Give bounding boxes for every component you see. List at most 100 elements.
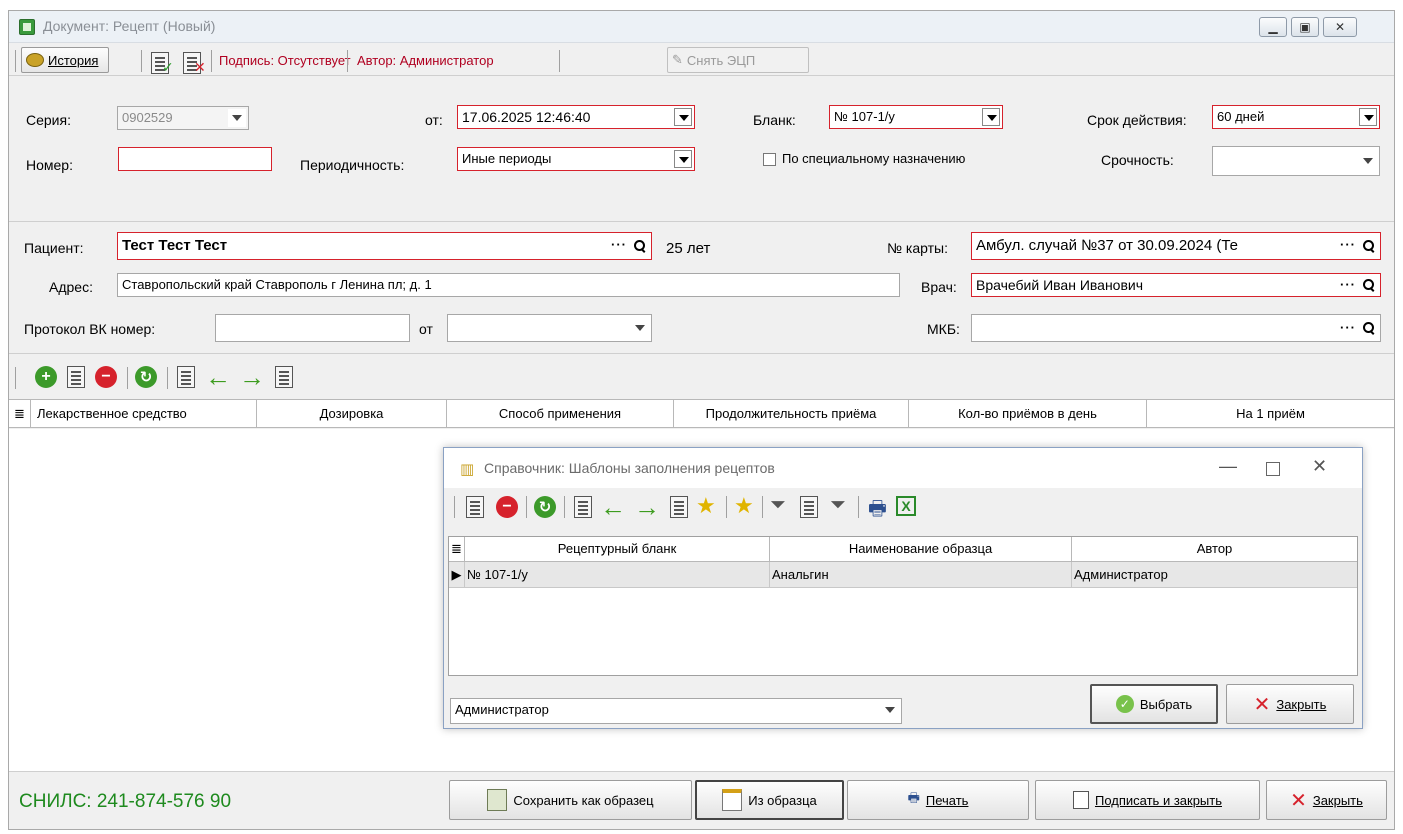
refresh-icon[interactable]: ↻ xyxy=(135,366,157,388)
col-method[interactable]: Способ применения xyxy=(447,400,674,428)
excel-icon[interactable]: X xyxy=(896,496,916,516)
author-label: Автор: Администратор xyxy=(357,53,494,68)
chevron-down-icon xyxy=(1359,152,1377,170)
series-select[interactable]: 0902529 xyxy=(117,106,249,130)
protocol-date-field[interactable] xyxy=(447,314,652,342)
medications-grid-header: ≣ Лекарственное средство Дозировка Спосо… xyxy=(9,399,1394,428)
grid-menu-icon[interactable]: ≣ xyxy=(449,537,465,561)
col-dosage[interactable]: Дозировка xyxy=(257,400,447,428)
table-row[interactable]: ▶ № 107-1/у Анальгин Администратор xyxy=(449,562,1357,588)
special-checkbox[interactable] xyxy=(763,153,776,166)
chevron-down-icon xyxy=(228,109,246,127)
table-icon: ▥ xyxy=(460,461,475,478)
star-add-icon[interactable]: ★ xyxy=(696,493,716,519)
export-left-icon[interactable] xyxy=(574,496,592,518)
col-times-per-day[interactable]: Кол-во приёмов в день xyxy=(909,400,1147,428)
restore-button[interactable]: ▣ xyxy=(1291,17,1319,37)
pen-icon: ✎ xyxy=(672,52,683,67)
add-icon[interactable]: + xyxy=(35,366,57,388)
arrow-left-icon[interactable]: ← xyxy=(205,364,231,390)
patient-field[interactable]: Тест Тест Тест ··· xyxy=(117,232,652,260)
export-right-icon[interactable] xyxy=(275,366,293,388)
edit-doc-icon[interactable] xyxy=(466,496,484,518)
ellipsis-icon[interactable]: ··· xyxy=(1340,277,1356,292)
filter-icon[interactable]: ⏷ xyxy=(770,494,786,517)
urgency-label: Срочность: xyxy=(1101,152,1174,168)
urgency-select[interactable] xyxy=(1212,146,1380,176)
remove-sign-label: Снять ЭЦП xyxy=(686,52,756,68)
print-button[interactable]: 🖶 Печать xyxy=(847,780,1029,820)
dialog-maximize-icon[interactable] xyxy=(1266,462,1280,476)
sign-doc-icon[interactable]: ✓ xyxy=(151,52,174,75)
app-icon xyxy=(19,19,35,35)
templates-dialog: ▥ Справочник: Шаблоны заполнения рецепто… xyxy=(443,447,1363,729)
col-per-dose[interactable]: На 1 приём xyxy=(1147,400,1394,428)
col-template-name[interactable]: Наименование образца xyxy=(770,537,1072,561)
chevron-down-icon xyxy=(674,150,692,168)
col-medication[interactable]: Лекарственное средство xyxy=(31,400,257,428)
save-template-icon xyxy=(487,789,508,811)
address-value: Ставропольский край Ставрополь г Ленина … xyxy=(122,277,432,292)
search-icon[interactable] xyxy=(633,239,647,253)
date-field[interactable]: 17.06.2025 12:46:40 xyxy=(457,105,695,129)
doctor-value: Врачебий Иван Иванович xyxy=(976,277,1144,293)
filter-doc-icon[interactable] xyxy=(800,496,818,518)
favorite-icon[interactable]: ★ xyxy=(734,493,754,519)
author-filter-select[interactable]: Администратор xyxy=(450,698,902,724)
printer-icon[interactable]: 🖶 xyxy=(868,494,887,528)
from-template-button[interactable]: Из образца xyxy=(695,780,844,820)
number-input[interactable] xyxy=(118,147,272,171)
blank-select[interactable]: № 107-1/у xyxy=(829,105,1003,129)
ellipsis-icon[interactable]: ··· xyxy=(1340,320,1356,335)
doctor-label: Врач: xyxy=(921,279,957,295)
arrow-right-icon[interactable]: → xyxy=(239,364,265,390)
col-author[interactable]: Автор xyxy=(1072,537,1357,561)
sign-close-label: Подписать и закрыть xyxy=(1094,792,1222,808)
templates-grid: ≣ Рецептурный бланк Наименование образца… xyxy=(448,536,1358,676)
minimize-button[interactable]: ▁ xyxy=(1259,17,1287,37)
arrow-left-icon[interactable]: ← xyxy=(600,494,626,520)
validity-select[interactable]: 60 дней xyxy=(1212,105,1380,129)
refresh-icon[interactable]: ↻ xyxy=(534,496,556,518)
search-icon[interactable] xyxy=(1362,278,1376,292)
unsign-doc-icon[interactable]: ✕ xyxy=(183,52,206,75)
close-window-button[interactable]: ✕ xyxy=(1323,17,1357,37)
patient-age: 25 лет xyxy=(666,240,711,257)
periodicity-label: Периодичность: xyxy=(300,157,405,173)
dialog-minimize-icon[interactable]: — xyxy=(1219,456,1237,477)
mkb-field[interactable]: ··· xyxy=(971,314,1381,342)
delete-icon[interactable]: − xyxy=(95,366,117,388)
document-toolbar: История ✓ ✕ Подпись: Отсутствует Автор: … xyxy=(9,44,1394,76)
export-left-icon[interactable] xyxy=(177,366,195,388)
search-icon[interactable] xyxy=(1362,321,1376,335)
chevron-down-icon xyxy=(881,701,899,719)
series-value: 0902529 xyxy=(122,110,173,125)
filter-clear-icon[interactable]: ⏷ xyxy=(830,494,846,517)
save-template-button[interactable]: Сохранить как образец xyxy=(449,780,692,820)
doctor-field[interactable]: Врачебий Иван Иванович ··· xyxy=(971,273,1381,297)
ellipsis-icon[interactable]: ··· xyxy=(611,237,627,252)
dialog-close-button[interactable]: ✕ Закрыть xyxy=(1226,684,1354,724)
ellipsis-icon[interactable]: ··· xyxy=(1340,237,1356,252)
arrow-right-icon[interactable]: → xyxy=(634,494,660,520)
address-field[interactable]: Ставропольский край Ставрополь г Ленина … xyxy=(117,273,900,297)
dialog-close-label: Закрыть xyxy=(1276,696,1327,712)
periodicity-select[interactable]: Иные периоды xyxy=(457,147,695,171)
col-duration[interactable]: Продолжительность приёма xyxy=(674,400,909,428)
export-right-icon[interactable] xyxy=(670,496,688,518)
grid-menu-icon[interactable]: ≣ xyxy=(9,400,31,428)
protocol-label: Протокол ВК номер: xyxy=(24,321,156,337)
history-button[interactable]: История xyxy=(21,47,109,73)
delete-icon[interactable]: − xyxy=(496,496,518,518)
remove-sign-button[interactable]: ✎ Снять ЭЦП xyxy=(667,47,809,73)
search-icon[interactable] xyxy=(1362,239,1376,253)
select-button[interactable]: ✓ Выбрать xyxy=(1090,684,1218,724)
card-field[interactable]: Амбул. случай №37 от 30.09.2024 (Те ··· xyxy=(971,232,1381,260)
close-button[interactable]: ✕ Закрыть xyxy=(1266,780,1387,820)
dialog-close-icon[interactable]: ✕ xyxy=(1312,456,1327,477)
sign-close-button[interactable]: Подписать и закрыть xyxy=(1035,780,1260,820)
protocol-input[interactable] xyxy=(215,314,410,342)
close-icon: ✕ xyxy=(1253,693,1271,716)
col-blank[interactable]: Рецептурный бланк xyxy=(465,537,770,561)
edit-doc-icon[interactable] xyxy=(67,366,85,388)
